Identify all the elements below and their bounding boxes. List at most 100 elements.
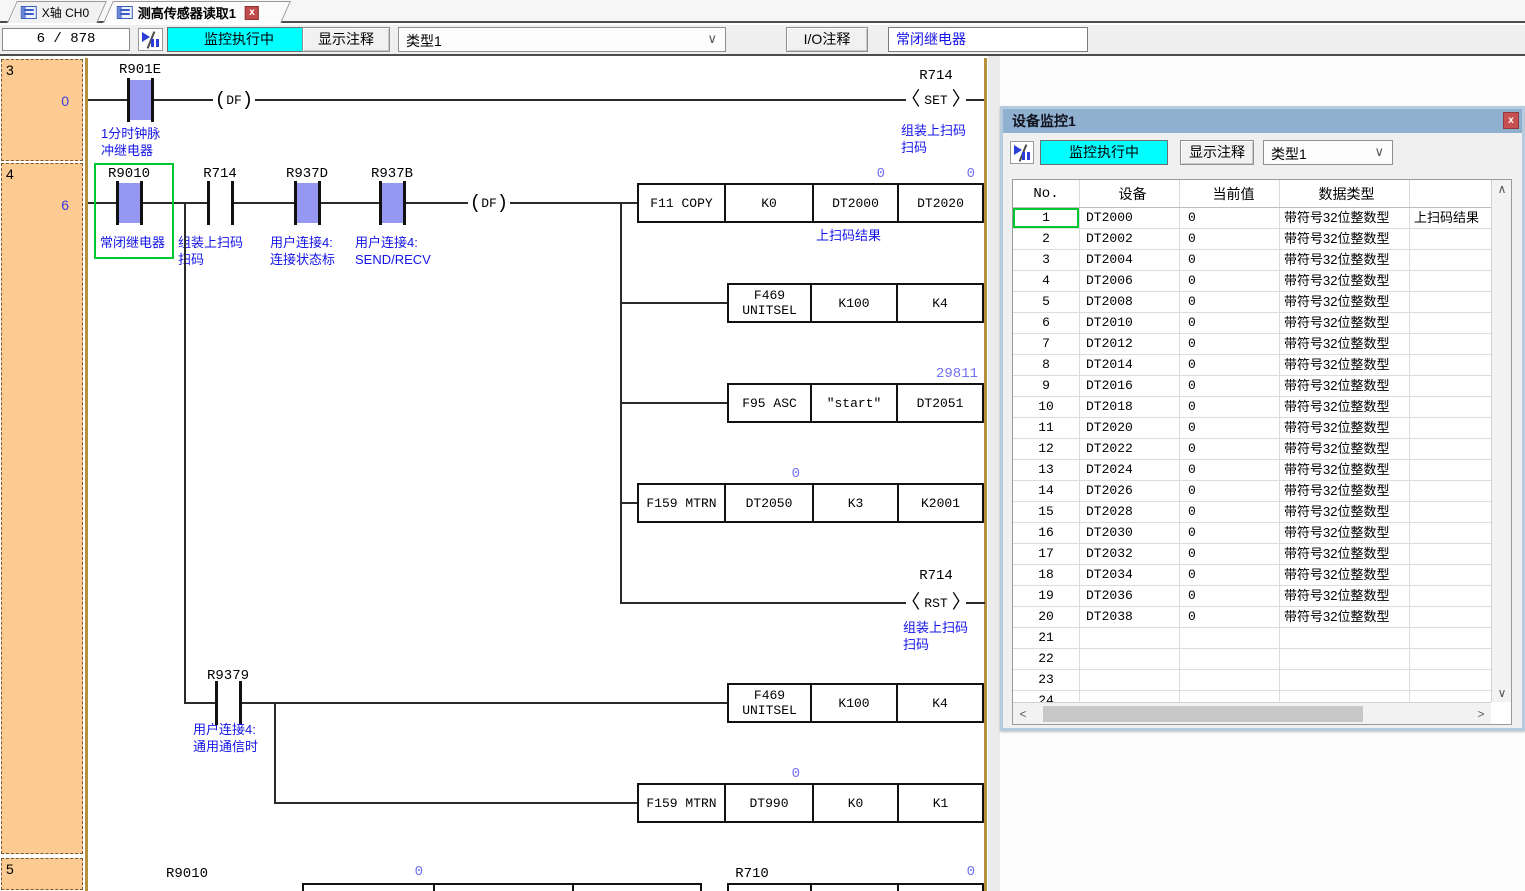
cell-type[interactable]: 带符号32位整数型 — [1279, 460, 1409, 480]
cell-cmt[interactable] — [1409, 523, 1491, 543]
cell-dev[interactable]: DT2030 — [1079, 523, 1179, 543]
cell-type[interactable]: 带符号32位整数型 — [1279, 607, 1409, 627]
cell-val[interactable]: 0 — [1179, 523, 1279, 543]
cell-dev[interactable]: DT2010 — [1079, 313, 1179, 333]
cell-no[interactable]: 8 — [1013, 355, 1079, 375]
table-row[interactable]: 22 — [1013, 649, 1491, 670]
contact-r937d[interactable] — [294, 181, 321, 225]
cell-cmt[interactable] — [1409, 271, 1491, 291]
table-row[interactable]: 16DT20300带符号32位整数型 — [1013, 523, 1491, 544]
ladder-editor[interactable]: 3 0 4 6 5 R901E 1分时钟脉冲继电器 (DF) R714 〈SET… — [0, 56, 988, 891]
cell-no[interactable]: 19 — [1013, 586, 1079, 606]
rung-margin-3[interactable]: 3 0 — [1, 59, 83, 161]
fblock-f159-mtrn[interactable]: F159 MTRN DT2050 K3 K2001 — [637, 483, 984, 523]
cell-dev[interactable] — [1079, 649, 1179, 669]
cell-cmt[interactable] — [1409, 229, 1491, 249]
cell-cmt[interactable] — [1409, 544, 1491, 564]
cell-val[interactable] — [1179, 670, 1279, 690]
vertical-scrollbar[interactable]: ∧ ∨ — [1491, 180, 1511, 702]
set-coil[interactable]: 〈SET〉 — [906, 89, 966, 111]
cell-cmt[interactable] — [1409, 502, 1491, 522]
cell-no[interactable]: 13 — [1013, 460, 1079, 480]
cell-cmt[interactable] — [1409, 292, 1491, 312]
cell-dev[interactable]: DT2008 — [1079, 292, 1179, 312]
cell-val[interactable]: 0 — [1179, 460, 1279, 480]
cell-type[interactable]: 带符号32位整数型 — [1279, 355, 1409, 375]
cell-cmt[interactable] — [1409, 418, 1491, 438]
cell-dev[interactable] — [1079, 691, 1179, 702]
cell-cmt[interactable] — [1409, 481, 1491, 501]
cell-val[interactable]: 0 — [1179, 334, 1279, 354]
cell-type[interactable]: 带符号32位整数型 — [1279, 502, 1409, 522]
table-row[interactable]: 12DT20220带符号32位整数型 — [1013, 439, 1491, 460]
cell-cmt[interactable] — [1409, 607, 1491, 627]
cell-type[interactable]: 带符号32位整数型 — [1279, 523, 1409, 543]
cell-type[interactable]: 带符号32位整数型 — [1279, 292, 1409, 312]
cell-no[interactable]: 18 — [1013, 565, 1079, 585]
table-row[interactable]: 5DT20080带符号32位整数型 — [1013, 292, 1491, 313]
cell-dev[interactable]: DT2034 — [1079, 565, 1179, 585]
cell-val[interactable]: 0 — [1179, 355, 1279, 375]
cell-dev[interactable]: DT2038 — [1079, 607, 1179, 627]
rung-margin-4[interactable]: 4 6 — [1, 163, 83, 854]
table-row[interactable]: 14DT20260带符号32位整数型 — [1013, 481, 1491, 502]
tab-height-sensor-read1[interactable]: 测高传感器读取1 x — [103, 1, 291, 23]
cell-no[interactable]: 16 — [1013, 523, 1079, 543]
show-comment-button[interactable]: 显示注释 — [1180, 140, 1254, 165]
cell-cmt[interactable] — [1409, 649, 1491, 669]
cell-val[interactable]: 0 — [1179, 586, 1279, 606]
device-monitor-window[interactable]: 设备监控1 x 监控执行中 显示注释 类型1 ∨ No. 设备 当前值 数据类型… — [1000, 106, 1525, 731]
cell-dev[interactable]: DT2006 — [1079, 271, 1179, 291]
cell-no[interactable]: 17 — [1013, 544, 1079, 564]
cell-cmt[interactable]: 上扫码结果 — [1409, 208, 1491, 228]
cell-val[interactable]: 0 — [1179, 481, 1279, 501]
cell-type[interactable]: 带符号32位整数型 — [1279, 418, 1409, 438]
scroll-up-icon[interactable]: ∧ — [1492, 180, 1512, 198]
cell-no[interactable]: 24 — [1013, 691, 1079, 702]
fblock-f469-unitsel[interactable]: F469UNITSEL K100 K4 — [727, 683, 984, 723]
col-header-no[interactable]: No. — [1013, 180, 1079, 207]
cell-no[interactable]: 20 — [1013, 607, 1079, 627]
table-row[interactable]: 1DT20000带符号32位整数型上扫码结果 — [1013, 208, 1491, 229]
rung-margin-5[interactable]: 5 — [1, 858, 83, 890]
df-coil[interactable]: (DF) — [213, 89, 255, 111]
cell-val[interactable]: 0 — [1179, 313, 1279, 333]
cell-no[interactable]: 23 — [1013, 670, 1079, 690]
monitor-toggle-icon[interactable] — [138, 28, 163, 51]
cell-dev[interactable]: DT2004 — [1079, 250, 1179, 270]
cell-no[interactable]: 2 — [1013, 229, 1079, 249]
cell-dev[interactable]: DT2028 — [1079, 502, 1179, 522]
contact-r714[interactable] — [207, 181, 234, 225]
fblock-f95-asc[interactable]: F95 ASC "start" DT2051 — [727, 383, 984, 423]
cell-no[interactable]: 15 — [1013, 502, 1079, 522]
cell-cmt[interactable] — [1409, 334, 1491, 354]
cell-val[interactable]: 0 — [1179, 271, 1279, 291]
table-row[interactable]: 24 — [1013, 691, 1491, 702]
col-header-device[interactable]: 设备 — [1079, 180, 1179, 207]
cell-val[interactable]: 0 — [1179, 208, 1279, 228]
cell-dev[interactable]: DT2002 — [1079, 229, 1179, 249]
cell-no[interactable]: 10 — [1013, 397, 1079, 417]
table-row[interactable]: 21 — [1013, 628, 1491, 649]
cell-dev[interactable]: DT2018 — [1079, 397, 1179, 417]
scroll-down-icon[interactable]: ∨ — [1492, 684, 1512, 702]
cell-val[interactable] — [1179, 691, 1279, 702]
cell-dev[interactable]: DT2024 — [1079, 460, 1179, 480]
cell-cmt[interactable] — [1409, 460, 1491, 480]
cell-no[interactable]: 22 — [1013, 649, 1079, 669]
col-header-comment[interactable] — [1409, 180, 1491, 207]
cell-cmt[interactable] — [1409, 670, 1491, 690]
table-row[interactable]: 11DT20200带符号32位整数型 — [1013, 418, 1491, 439]
cell-dev[interactable]: DT2036 — [1079, 586, 1179, 606]
cell-type[interactable]: 带符号32位整数型 — [1279, 439, 1409, 459]
cell-type[interactable]: 带符号32位整数型 — [1279, 208, 1409, 228]
cell-val[interactable]: 0 — [1179, 250, 1279, 270]
cell-no[interactable]: 6 — [1013, 313, 1079, 333]
cell-dev[interactable]: DT2026 — [1079, 481, 1179, 501]
cell-cmt[interactable] — [1409, 355, 1491, 375]
cell-no[interactable]: 7 — [1013, 334, 1079, 354]
col-header-value[interactable]: 当前值 — [1179, 180, 1279, 207]
cell-type[interactable]: 带符号32位整数型 — [1279, 481, 1409, 501]
col-header-type[interactable]: 数据类型 — [1279, 180, 1409, 207]
cell-dev[interactable] — [1079, 670, 1179, 690]
